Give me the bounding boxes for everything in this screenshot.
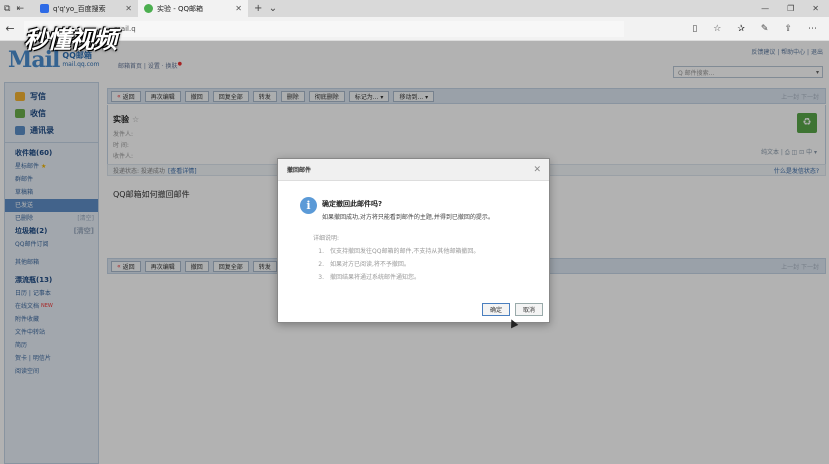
maximize-icon[interactable]: ❐ — [787, 4, 794, 13]
more-icon[interactable]: ⋯ — [808, 24, 817, 34]
browser-tab-bar: ⧉ ⇤ q'q'yo_百度搜索 ✕ 实验 - QQ邮箱 ✕ + ⌄ — ❐ ✕ — [0, 0, 829, 17]
detail-list: 1. 仅支持撤回发往QQ邮箱的邮件,不支持从其他邮箱撤回。 2. 如果对方已阅读,将… — [313, 245, 479, 284]
tab-qqmail[interactable]: 实验 - QQ邮箱 ✕ — [138, 0, 248, 17]
dialog-titlebar: 撤回邮件 ✕ — [278, 159, 549, 181]
tab-label: 实验 - QQ邮箱 — [157, 4, 203, 13]
close-icon[interactable]: ✕ — [533, 165, 541, 175]
close-icon[interactable]: ✕ — [235, 4, 242, 13]
close-icon[interactable]: ✕ — [125, 4, 132, 13]
tab-baidu[interactable]: q'q'yo_百度搜索 ✕ — [34, 0, 138, 17]
confirm-button[interactable]: 确定 — [482, 303, 510, 316]
new-tab-icon[interactable]: + ⌄ — [248, 3, 283, 14]
tab-label: q'q'yo_百度搜索 — [53, 4, 106, 13]
qqmail-favicon-icon — [144, 4, 153, 13]
window-controls: — ❐ ✕ — [761, 4, 829, 13]
favorite-star-icon[interactable]: ☆ — [713, 24, 721, 34]
pen-icon[interactable]: ✎ — [761, 24, 769, 34]
browser-actions: ▯ ☆ ✰ ✎ ⇪ ⋯ — [692, 24, 829, 34]
window-icons: ⧉ ⇤ — [0, 4, 34, 14]
dialog-title: 撤回邮件 — [287, 167, 312, 174]
recall-dialog: 撤回邮件 ✕ i 确定撤回此邮件吗? 如果撤回成功,对方将只能看到邮件的主题,并… — [277, 158, 550, 323]
detail-text: 仅支持撤回发往QQ邮箱的邮件,不支持从其他邮箱撤回。 — [330, 248, 480, 255]
url-text: mail.q — [114, 24, 136, 33]
reading-view-icon[interactable]: ▯ — [692, 24, 697, 34]
back-arrow-icon[interactable]: ← — [0, 22, 20, 35]
tab-manager-icon[interactable]: ⧉ — [4, 4, 10, 14]
dialog-buttons: 确定 取消 — [482, 303, 543, 316]
list-item: 2. 如果对方已阅读,将不予撤回。 — [318, 261, 410, 268]
baidu-favicon-icon — [40, 4, 49, 13]
minimize-icon[interactable]: — — [761, 4, 769, 13]
info-icon: i — [300, 197, 317, 214]
dialog-description: 如果撤回成功,对方将只能看到邮件的主题,并得到已撤回的提示。 — [322, 214, 494, 221]
cancel-button[interactable]: 取消 — [515, 303, 543, 316]
list-item: 3. 撤回结果将通过系统邮件通知您。 — [318, 274, 421, 281]
address-bar: ← mail.q ▯ ☆ ✰ ✎ ⇪ ⋯ — [0, 17, 829, 41]
back-tabs-icon[interactable]: ⇤ — [16, 4, 24, 14]
detail-heading: 详细说明: — [313, 235, 340, 242]
share-icon[interactable]: ⇪ — [784, 24, 792, 34]
list-item: 1. 仅支持撤回发往QQ邮箱的邮件,不支持从其他邮箱撤回。 — [318, 248, 480, 255]
favorites-list-icon[interactable]: ✰ — [737, 24, 745, 34]
window-close-icon[interactable]: ✕ — [812, 4, 819, 13]
detail-text: 撤回结果将通过系统邮件通知您。 — [330, 274, 421, 281]
dialog-question: 确定撤回此邮件吗? — [322, 200, 383, 208]
video-watermark: 秒懂视频 — [24, 26, 117, 54]
detail-text: 如果对方已阅读,将不予撤回。 — [330, 261, 410, 268]
